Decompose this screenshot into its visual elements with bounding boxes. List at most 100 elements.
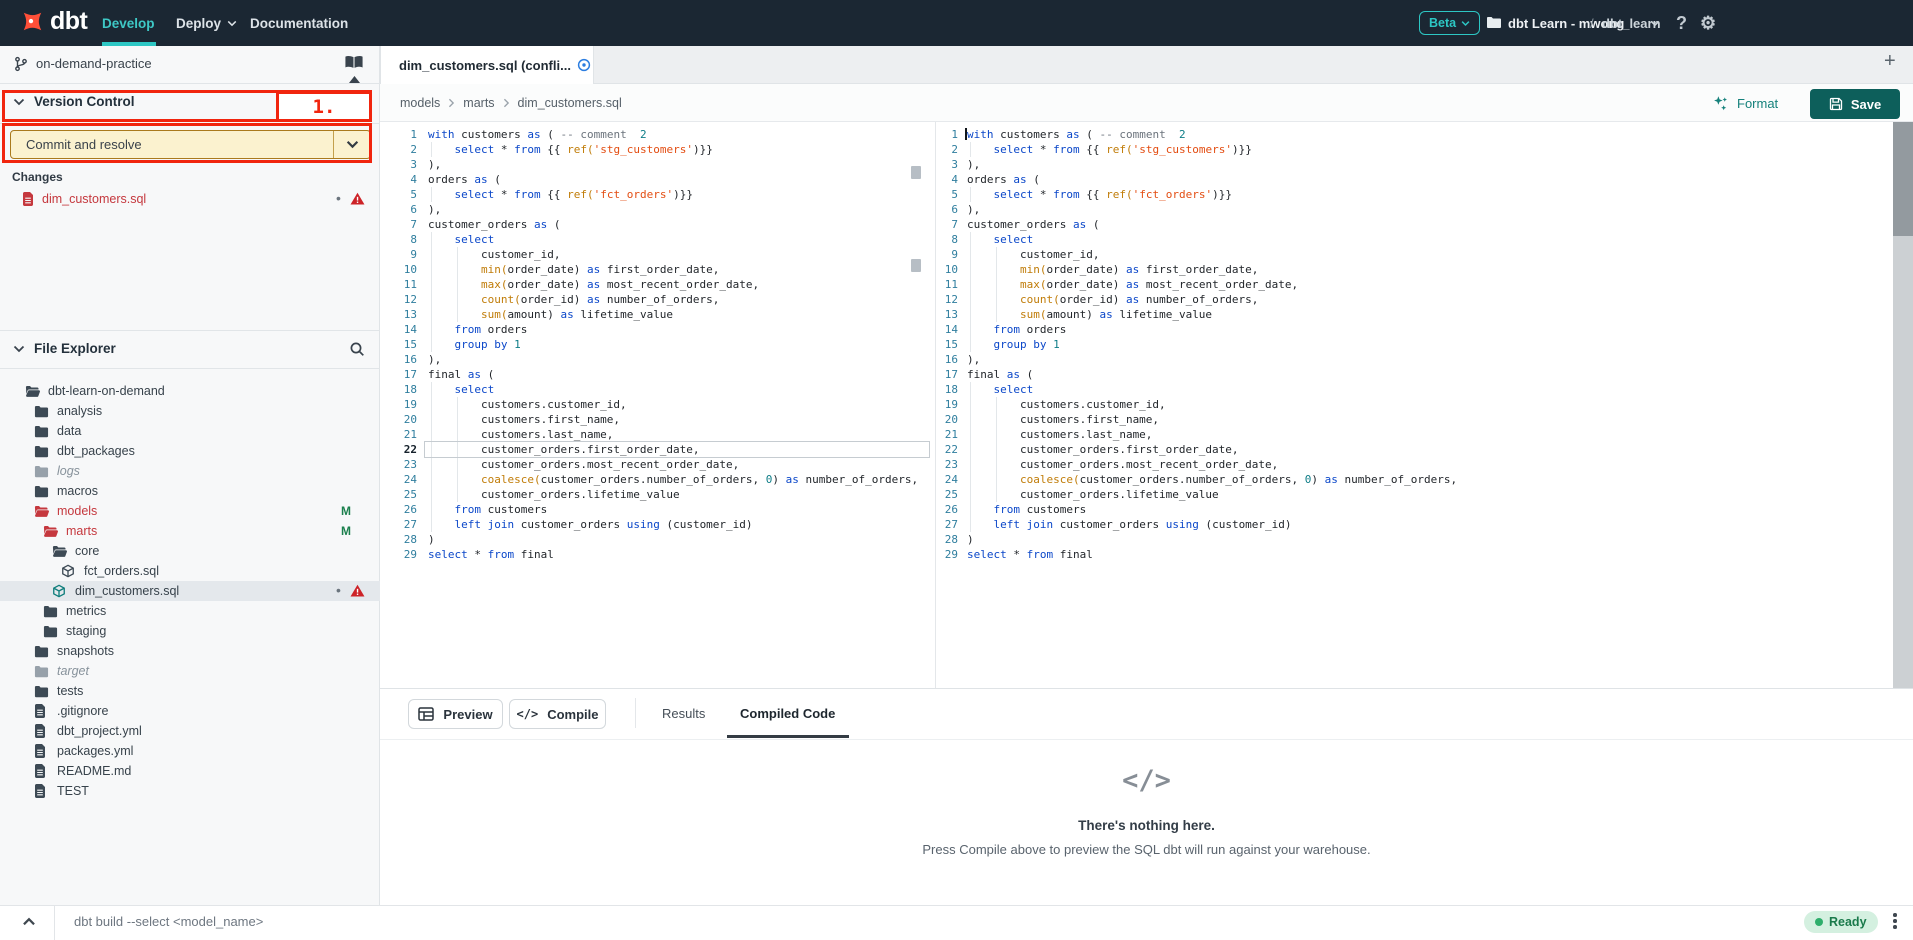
beta-dropdown[interactable]: Beta <box>1419 11 1480 35</box>
editor-pane-left[interactable]: 1with customers as ( -- comment 22 selec… <box>380 122 930 688</box>
code-line[interactable]: 5 select * from {{ ref('fct_orders')}} <box>941 187 1873 202</box>
code-line[interactable]: 9 customer_id, <box>380 247 930 262</box>
code-line[interactable]: 10 min(order_date) as first_order_date, <box>941 262 1873 277</box>
compile-button[interactable]: </> Compile <box>509 699 606 729</box>
code-line[interactable]: 29select * from final <box>941 547 1873 562</box>
code-line[interactable]: 27 left join customer_orders using (cust… <box>941 517 1873 532</box>
code-line[interactable]: 7customer_orders as ( <box>380 217 930 232</box>
code-line[interactable]: 15 group by 1 <box>941 337 1873 352</box>
tree-item-snapshots[interactable]: snapshots <box>0 641 380 661</box>
code-line[interactable]: 13 sum(amount) as lifetime_value <box>380 307 930 322</box>
code-line[interactable]: 13 sum(amount) as lifetime_value <box>941 307 1873 322</box>
gear-icon[interactable]: ⚙ <box>1700 0 1716 46</box>
help-icon[interactable]: ? <box>1676 0 1687 46</box>
code-line[interactable]: 23 customer_orders.most_recent_order_dat… <box>941 457 1873 472</box>
code-line[interactable]: 19 customers.customer_id, <box>380 397 930 412</box>
tab-dim-customers[interactable]: dim_customers.sql (confli... <box>380 46 594 84</box>
commit-and-resolve-button[interactable]: Commit and resolve <box>10 130 371 159</box>
tree-item-target[interactable]: target <box>0 661 380 681</box>
code-line[interactable]: 3), <box>380 157 930 172</box>
tree-item-macros[interactable]: macros <box>0 481 380 501</box>
code-line[interactable]: 11 max(order_date) as most_recent_order_… <box>380 277 930 292</box>
tree-item-data[interactable]: data <box>0 421 380 441</box>
code-line[interactable]: 6), <box>380 202 930 217</box>
tree-item-logs[interactable]: logs <box>0 461 380 481</box>
search-icon[interactable] <box>349 341 365 357</box>
kebab-menu-icon[interactable] <box>1893 913 1897 929</box>
code-line[interactable]: 25 customer_orders.lifetime_value <box>380 487 930 502</box>
code-line[interactable]: 14 from orders <box>941 322 1873 337</box>
nav-item-develop[interactable]: Develop <box>102 0 155 46</box>
code-line[interactable]: 20 customers.first_name, <box>941 412 1873 427</box>
save-button[interactable]: Save <box>1810 89 1900 119</box>
code-line[interactable]: 17final as ( <box>380 367 930 382</box>
code-line[interactable]: 25 customer_orders.lifetime_value <box>941 487 1873 502</box>
code-line[interactable]: 5 select * from {{ ref('fct_orders')}} <box>380 187 930 202</box>
code-line[interactable]: 20 customers.first_name, <box>380 412 930 427</box>
breadcrumb-models[interactable]: models <box>400 96 440 110</box>
code-line[interactable]: 18 select <box>941 382 1873 397</box>
code-line[interactable]: 27 left join customer_orders using (cust… <box>380 517 930 532</box>
code-line[interactable]: 14 from orders <box>380 322 930 337</box>
file-explorer-title[interactable]: File Explorer <box>34 341 116 356</box>
commit-options-caret[interactable] <box>333 131 370 158</box>
code-line[interactable]: 4orders as ( <box>380 172 930 187</box>
tree-item-metrics[interactable]: metrics <box>0 601 380 621</box>
code-line[interactable]: 1with customers as ( -- comment 2 <box>941 127 1873 142</box>
code-line[interactable]: 8 select <box>380 232 930 247</box>
tree-item-test[interactable]: TEST <box>0 781 380 801</box>
dbt-logo-icon[interactable] <box>16 8 46 38</box>
version-control-title[interactable]: Version Control <box>34 94 135 109</box>
tree-item--gitignore[interactable]: .gitignore <box>0 701 380 721</box>
tree-item-dim-customers-sql[interactable]: dim_customers.sql• <box>0 581 380 601</box>
tree-item-tests[interactable]: tests <box>0 681 380 701</box>
docs-book-icon[interactable] <box>344 55 364 70</box>
tab-compiled-code[interactable]: Compiled Code <box>740 706 835 721</box>
tree-item-dbt-learn-on-demand[interactable]: dbt-learn-on-demand <box>0 381 380 401</box>
tree-item-marts[interactable]: martsM <box>0 521 380 541</box>
code-line[interactable]: 23 customer_orders.most_recent_order_dat… <box>380 457 930 472</box>
tree-item-readme-md[interactable]: README.md <box>0 761 380 781</box>
code-line[interactable]: 24 coalesce(customer_orders.number_of_or… <box>941 472 1873 487</box>
code-line[interactable]: 21 customers.last_name, <box>941 427 1873 442</box>
tree-item-fct-orders-sql[interactable]: fct_orders.sql <box>0 561 380 581</box>
code-line[interactable]: 2 select * from {{ ref('stg_customers')}… <box>380 142 930 157</box>
preview-button[interactable]: Preview <box>408 699 503 729</box>
tree-item-packages-yml[interactable]: packages.yml <box>0 741 380 761</box>
chevron-down-icon[interactable] <box>1650 20 1660 27</box>
code-line[interactable]: 9 customer_id, <box>941 247 1873 262</box>
tree-item-core[interactable]: core <box>0 541 380 561</box>
tree-item-dbt-project-yml[interactable]: dbt_project.yml <box>0 721 380 741</box>
code-line[interactable]: 26 from customers <box>380 502 930 517</box>
editor-scrollbar-thumb[interactable] <box>1893 122 1913 236</box>
tree-item-staging[interactable]: staging <box>0 621 380 641</box>
code-line[interactable]: 2 select * from {{ ref('stg_customers')}… <box>941 142 1873 157</box>
code-line[interactable]: 11 max(order_date) as most_recent_order_… <box>941 277 1873 292</box>
chevron-down-icon[interactable] <box>13 345 25 353</box>
code-line[interactable]: 7customer_orders as ( <box>941 217 1873 232</box>
code-line[interactable]: 18 select <box>380 382 930 397</box>
code-line[interactable]: 12 count(order_id) as number_of_orders, <box>941 292 1873 307</box>
tree-item-analysis[interactable]: analysis <box>0 401 380 421</box>
chevron-up-icon[interactable] <box>22 917 36 926</box>
editor-pane-right[interactable]: 1with customers as ( -- comment 22 selec… <box>941 122 1873 688</box>
nav-item-deploy[interactable]: Deploy <box>176 0 237 46</box>
tree-item-dbt-packages[interactable]: dbt_packages <box>0 441 380 461</box>
code-line[interactable]: 28) <box>941 532 1873 547</box>
branch-row[interactable]: on-demand-practice <box>0 46 380 83</box>
code-line[interactable]: 29select * from final <box>380 547 930 562</box>
code-line[interactable]: 3), <box>941 157 1873 172</box>
code-line[interactable]: 10 min(order_date) as first_order_date, <box>380 262 930 277</box>
breadcrumb-marts[interactable]: marts <box>463 96 494 110</box>
code-line[interactable]: 22 customer_orders.first_order_date, <box>941 442 1873 457</box>
code-line[interactable]: 26 from customers <box>941 502 1873 517</box>
code-line[interactable]: 6), <box>941 202 1873 217</box>
format-button[interactable]: Format <box>1712 95 1778 112</box>
code-line[interactable]: 21 customers.last_name, <box>380 427 930 442</box>
code-line[interactable]: 16), <box>941 352 1873 367</box>
command-input[interactable]: dbt build --select <model_name> <box>74 914 263 929</box>
code-line[interactable]: 4orders as ( <box>941 172 1873 187</box>
chevron-down-icon[interactable] <box>13 98 25 106</box>
tab-results[interactable]: Results <box>662 706 705 721</box>
code-line[interactable]: 19 customers.customer_id, <box>941 397 1873 412</box>
